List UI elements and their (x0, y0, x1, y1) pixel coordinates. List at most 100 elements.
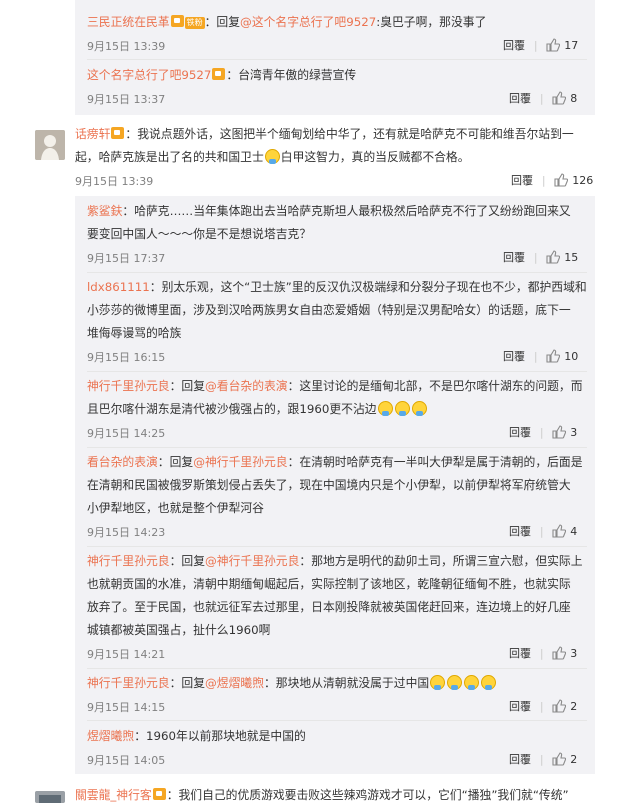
thumbs-up-icon (552, 91, 567, 105)
like-button[interactable]: 8 (552, 91, 577, 105)
like-button[interactable]: 17 (546, 38, 578, 52)
username-link[interactable]: 關雲龍_神行客 (75, 788, 152, 802)
emoji-icon (264, 149, 280, 164)
comment-text: 也就朝贡国的水准，清朝中期缅甸崛起后，实际控制了该地区，乾隆朝征缅甸不胜，也就实… (87, 577, 571, 591)
comment-actions: 回覆 | 126 (511, 172, 611, 188)
comment-line: 堆侮辱谩骂的哈族 (87, 322, 181, 345)
divider (87, 371, 587, 372)
comment-time: 9月15日 13:39 (75, 175, 154, 188)
comment-line: 话痨轩 ：我说点题外话，这图把半个缅甸划给中华了，还有就是哈萨克不可能和维吾尔站到… (75, 123, 574, 146)
separator: | (539, 753, 544, 766)
like-button[interactable]: 3 (552, 425, 577, 439)
avatar[interactable] (35, 130, 65, 160)
thumbs-up-icon (554, 173, 569, 187)
reply-button[interactable]: 回覆 (509, 753, 531, 766)
mention-link[interactable]: @看台杂的表演 (205, 379, 288, 393)
comment-actions: 回覆 | 17 (503, 37, 585, 53)
mention-link[interactable]: @煜熠曦煦 (205, 676, 264, 690)
mention-link[interactable]: @这个名字总行了吧9527 (240, 15, 376, 29)
reply-word: ：回复 (169, 676, 205, 690)
reply-button[interactable]: 回覆 (509, 426, 531, 439)
comment-text: ：那块地从清朝就没属于过中国 (264, 676, 430, 690)
like-button[interactable]: 2 (552, 752, 577, 766)
like-count: 8 (570, 92, 578, 105)
reply-button[interactable]: 回覆 (509, 647, 531, 660)
comment-line: 看台杂的表演：回复@神行千里孙元良：在清朝时哈萨克有一半叫大伊犁是属于清朝的，后… (87, 451, 583, 474)
comment-time: 9月15日 13:39 (87, 40, 166, 53)
separator: | (539, 426, 544, 439)
username-link[interactable]: 煜熠曦煦 (87, 729, 134, 743)
reply-word: ： (204, 15, 217, 29)
username-link[interactable]: 紫鲨鈇 (87, 204, 122, 218)
like-count: 10 (564, 350, 579, 363)
divider (87, 447, 587, 448)
thumbs-up-icon (546, 349, 561, 363)
mention-link[interactable]: @神行千里孙元良 (193, 455, 287, 469)
comment-text: ：在清朝时哈萨克有一半叫大伊犁是属于清朝的，后面是 (287, 455, 583, 469)
comment-line: 这个名字总行了吧9527 ：台湾青年傲的绿营宣传 (87, 64, 356, 87)
like-button[interactable]: 2 (552, 699, 577, 713)
comment-line: 煜熠曦煦：1960年以前那块地就是中国的 (87, 725, 306, 748)
comment-line: 要变回中国人～～～你是不是想说塔吉克？ (87, 223, 311, 246)
username-link[interactable]: 三民正统在民革 (87, 15, 170, 29)
like-button[interactable]: 4 (552, 524, 577, 538)
comment-text: :臭巴子啊，那没事了 (376, 15, 487, 29)
username-link[interactable]: 这个名字总行了吧9527 (87, 68, 211, 82)
like-count: 3 (570, 426, 578, 439)
reply-button[interactable]: 回覆 (509, 700, 531, 713)
username-link[interactable]: 神行千里孙元良 (87, 554, 170, 568)
mention-link[interactable]: @神行千里孙元良 (205, 554, 299, 568)
comment-text: ：我说点题外话，这图把半个缅甸划给中华了，还有就是哈萨克不可能和维吾尔站到一 (125, 127, 574, 141)
reply-button[interactable]: 回覆 (509, 525, 531, 538)
comment-time: 9月15日 14:05 (87, 754, 166, 767)
reply-word: ：回复 (157, 455, 194, 469)
comment-line: 小莎莎的微博里面，涉及到汉哈两族男女自由恋爱婚姻（特别是汉男配哈女）的话题，底下… (87, 299, 571, 322)
like-button[interactable]: 126 (554, 173, 593, 187)
username-link[interactable]: 看台杂的表演 (87, 455, 158, 469)
comment-text: 要变回中国人～～～你是不是想说塔吉克？ (87, 227, 312, 241)
emoji-icon (464, 675, 480, 690)
avatar-image-icon (35, 130, 65, 160)
divider (87, 272, 587, 273)
username-link[interactable]: ldx861111 (87, 280, 150, 294)
comment-actions: 回覆 | 8 (509, 90, 591, 106)
like-button[interactable]: 15 (546, 250, 578, 264)
comment-actions: 回覆 | 2 (509, 698, 591, 714)
comment-text: ：哈萨克……当年集体跑出去当哈萨克斯坦人最积极然后哈萨克不行了又纷纷跑回来又 (122, 204, 571, 218)
reply-button[interactable]: 回覆 (503, 251, 525, 264)
comment-text: ：我们自己的优质游戏要击败这些辣鸡游戏才可以，它们“播独”我们就“传统” (166, 788, 569, 802)
username-link[interactable]: 神行千里孙元良 (87, 379, 170, 393)
comment-line: 小伊犁地区，也就是整个伊犁河谷 (87, 497, 264, 520)
fan-badge-icon: 铁粉 (184, 17, 205, 29)
comment-line: 三民正统在民革 铁粉 ：回复@这个名字总行了吧9527:臭巴子啊，那没事了 (87, 11, 486, 34)
avatar[interactable] (35, 791, 65, 803)
comment-text: 在清朝和民国被俄罗斯策划侵占丢失了，现在中国境内只是个小伊犁，以前伊犁将军府统管… (87, 478, 571, 492)
emoji-icon (411, 401, 427, 416)
comment-text: ：台湾青年傲的绿营宣传 (226, 68, 357, 82)
reply-button[interactable]: 回覆 (511, 174, 533, 187)
comment-text: ：这里讨论的是缅甸北部，不是巴尔喀什湖东的问题，而 (287, 379, 583, 393)
emoji-icon (447, 675, 463, 690)
comment-time: 9月15日 14:21 (87, 648, 166, 661)
username-link[interactable]: 话痨轩 (75, 127, 110, 141)
emoji-icon (481, 675, 497, 690)
comment-line: 神行千里孙元良：回复@神行千里孙元良：那地方是明代的勐卯土司，所谓三宣六慰，但实… (87, 550, 583, 573)
avatar-image-icon (35, 791, 65, 803)
comment-text: 起，哈萨克族是出了名的共和国卫士 (75, 150, 264, 164)
thumbs-up-icon (546, 250, 561, 264)
like-count: 126 (572, 174, 594, 187)
comment-line: 起，哈萨克族是出了名的共和国卫士 白甲这智力，真的当反贼都不合格。 (75, 146, 470, 169)
comment-line: 放弃了。至于民国，也就远征军去过那里，日本刚投降就被英国佬赶回来，连边境上的好几… (87, 596, 571, 619)
reply-button[interactable]: 回覆 (503, 350, 525, 363)
reply-button[interactable]: 回覆 (509, 92, 531, 105)
reply-button[interactable]: 回覆 (503, 39, 525, 52)
comment-time: 9月15日 13:37 (87, 93, 166, 106)
like-button[interactable]: 3 (552, 646, 577, 660)
separator: | (539, 92, 544, 105)
like-button[interactable]: 10 (546, 349, 578, 363)
username-link[interactable]: 神行千里孙元良 (87, 676, 170, 690)
comment-time: 9月15日 14:25 (87, 427, 166, 440)
like-count: 17 (564, 39, 579, 52)
comment-text: 小莎莎的微博里面，涉及到汉哈两族男女自由恋爱婚姻（特别是汉男配哈女）的话题，底下… (87, 303, 571, 317)
separator: | (533, 251, 538, 264)
